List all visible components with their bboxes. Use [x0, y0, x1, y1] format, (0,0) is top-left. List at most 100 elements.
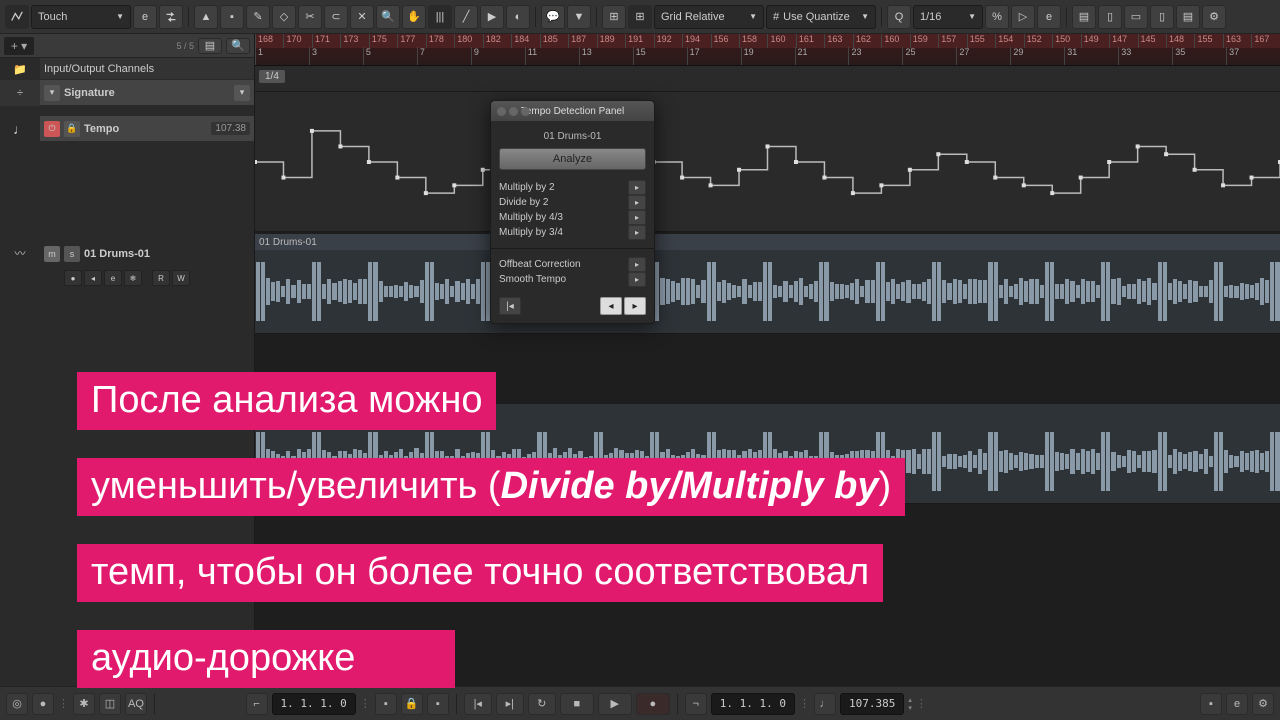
panel-titlebar[interactable]: Tempo Detection Panel — [491, 101, 654, 121]
panel-op-row[interactable]: Multiply by 4/3▸ — [499, 210, 646, 225]
apply-icon[interactable]: ▸ — [628, 210, 646, 225]
close-icon[interactable] — [497, 107, 506, 116]
comment-icon[interactable]: 💬 — [541, 5, 565, 29]
freeze-button[interactable]: ❄ — [124, 270, 142, 286]
next-button[interactable]: ▸ — [624, 297, 646, 315]
quantize-apply-icon[interactable]: Q — [887, 5, 911, 29]
forward-end-button[interactable]: ▸| — [496, 693, 524, 715]
lock-status-icon[interactable]: 🔒 — [401, 693, 423, 715]
status-r1-icon[interactable]: ▪ — [1200, 693, 1222, 715]
range-tool-icon[interactable]: ▪ — [220, 5, 244, 29]
drums-track-row[interactable]: m s 01 Drums-01 ● ◂ e ❄ R W — [40, 242, 254, 292]
settings-icon[interactable]: ⚙ — [1202, 5, 1226, 29]
panel-op-row[interactable]: Multiply by 2▸ — [499, 180, 646, 195]
edit2-icon[interactable]: e — [1037, 5, 1061, 29]
tempo-lane[interactable] — [255, 92, 1280, 232]
status-circle-icon[interactable]: ◎ — [6, 693, 28, 715]
layout4-icon[interactable]: ▯ — [1150, 5, 1174, 29]
solo-button[interactable]: s — [64, 246, 80, 262]
divide-icon[interactable]: ÷ — [0, 80, 40, 106]
line-tool-icon[interactable]: ╱ — [454, 5, 478, 29]
tempo-track-row[interactable]: ⏻ 🔒 Tempo 107.38 — [40, 116, 254, 142]
play-tool-icon[interactable]: ▶ — [480, 5, 504, 29]
swap-icon[interactable] — [159, 5, 183, 29]
signature-track-row[interactable]: ▾ Signature ▾ — [40, 80, 254, 106]
zoom-tool-icon[interactable]: 🔍 — [376, 5, 400, 29]
play-button[interactable]: ▶ — [598, 693, 632, 715]
lock-icon[interactable]: 🔒 — [64, 121, 80, 137]
scissors-tool-icon[interactable]: ✂ — [298, 5, 322, 29]
layout3-icon[interactable]: ▭ — [1124, 5, 1148, 29]
edit-icon[interactable]: e — [133, 5, 157, 29]
quantize-mode-dropdown[interactable]: #Use Quantize▼ — [766, 5, 876, 29]
quantize-settings-icon[interactable]: % — [985, 5, 1009, 29]
folder-icon[interactable]: 📁 — [0, 58, 40, 80]
note-icon[interactable]: ♩ — [0, 116, 40, 142]
mute-button[interactable]: m — [44, 246, 60, 262]
color-tool-icon[interactable]: ◐ — [506, 5, 530, 29]
automation-icon[interactable] — [5, 5, 29, 29]
punch-in-icon[interactable]: ▪ — [375, 693, 397, 715]
status-settings-icon[interactable]: ⚙ — [1252, 693, 1274, 715]
signature-value[interactable]: 1/4 — [259, 70, 285, 83]
signature-lane[interactable]: 1/4 — [255, 66, 1280, 92]
cycle-button[interactable]: ↻ — [528, 693, 556, 715]
quantize-value-dropdown[interactable]: 1/16▼ — [913, 5, 983, 29]
add-track-button[interactable]: + ▾ — [4, 37, 34, 55]
status-aq-button[interactable]: AQ — [125, 693, 147, 715]
search-tracks-icon[interactable]: 🔍 — [226, 38, 250, 54]
w-button[interactable]: W — [172, 270, 190, 286]
left-locator-display[interactable]: 1. 1. 1. 0 — [272, 693, 356, 715]
automation-mode-dropdown[interactable]: Touch▼ — [31, 5, 131, 29]
e-button[interactable]: e — [104, 270, 122, 286]
panel-op-row[interactable]: Multiply by 3/4▸ — [499, 225, 646, 240]
rewind-button[interactable]: |◂ — [464, 693, 492, 715]
wave-icon[interactable]: 〰 — [0, 242, 40, 264]
prev-button[interactable]: ◂ — [600, 297, 622, 315]
glue-tool-icon[interactable]: ⊂ — [324, 5, 348, 29]
locator-l-icon[interactable]: ⌐ — [246, 693, 268, 715]
signature-options-icon[interactable]: ▾ — [234, 85, 250, 101]
apply-icon[interactable]: ▸ — [628, 257, 646, 272]
io-channels-row[interactable]: Input/Output Channels — [40, 58, 254, 80]
stop-button[interactable]: ■ — [560, 693, 594, 715]
apply-icon[interactable]: ▸ — [628, 272, 646, 287]
draw-tool-icon[interactable]: ✎ — [246, 5, 270, 29]
punch-out-icon[interactable]: ▪ — [427, 693, 449, 715]
mute-tool-icon[interactable]: ✕ — [350, 5, 374, 29]
ruler[interactable]: 1681701711731751771781801821841851871891… — [255, 34, 1280, 66]
layout5-icon[interactable]: ▤ — [1176, 5, 1200, 29]
minimize-icon[interactable] — [509, 107, 518, 116]
panel-extra-row[interactable]: Offbeat Correction▸ — [499, 257, 646, 272]
snap-toggle-icon[interactable]: ⊞ — [602, 5, 626, 29]
apply-icon[interactable]: ▸ — [628, 180, 646, 195]
apply-icon[interactable]: ▸ — [628, 195, 646, 210]
status-r2-icon[interactable]: e — [1226, 693, 1248, 715]
apply-icon[interactable]: ▸ — [628, 225, 646, 240]
analyze-button[interactable]: Analyze — [499, 148, 646, 170]
layout1-icon[interactable]: ▤ — [1072, 5, 1096, 29]
audio-clip-1[interactable]: 01 Drums-01 — [255, 234, 1280, 333]
power-icon[interactable]: ⏻ — [44, 121, 60, 137]
erase-tool-icon[interactable]: ◇ — [272, 5, 296, 29]
tempo-note-icon[interactable]: ♩ — [814, 693, 836, 715]
grid-mode-dropdown[interactable]: Grid Relative▼ — [654, 5, 764, 29]
hand-tool-icon[interactable]: ✋ — [402, 5, 426, 29]
rewind-start-button[interactable]: |◂ — [499, 297, 521, 315]
record-button[interactable]: ● — [64, 270, 82, 286]
triplet-icon[interactable]: ▷ — [1011, 5, 1035, 29]
arrow-tool-icon[interactable]: ▲ — [194, 5, 218, 29]
filter-icon[interactable]: ▤ — [198, 38, 222, 54]
tempo-display[interactable]: 107.385 — [840, 693, 904, 715]
status-marker-icon[interactable]: ✱ — [73, 693, 95, 715]
status-dot-icon[interactable]: ● — [32, 693, 54, 715]
panel-op-row[interactable]: Divide by 2▸ — [499, 195, 646, 210]
status-punch-icon[interactable]: ◫ — [99, 693, 121, 715]
layout2-icon[interactable]: ▯ — [1098, 5, 1122, 29]
position-display[interactable]: 1. 1. 1. 0 — [711, 693, 795, 715]
grid-icon[interactable]: ⊞ — [628, 5, 652, 29]
audio-lane-1[interactable]: 01 Drums-01 — [255, 234, 1280, 334]
maximize-icon[interactable] — [521, 107, 530, 116]
record-button[interactable]: ● — [636, 693, 670, 715]
r-button[interactable]: R — [152, 270, 170, 286]
